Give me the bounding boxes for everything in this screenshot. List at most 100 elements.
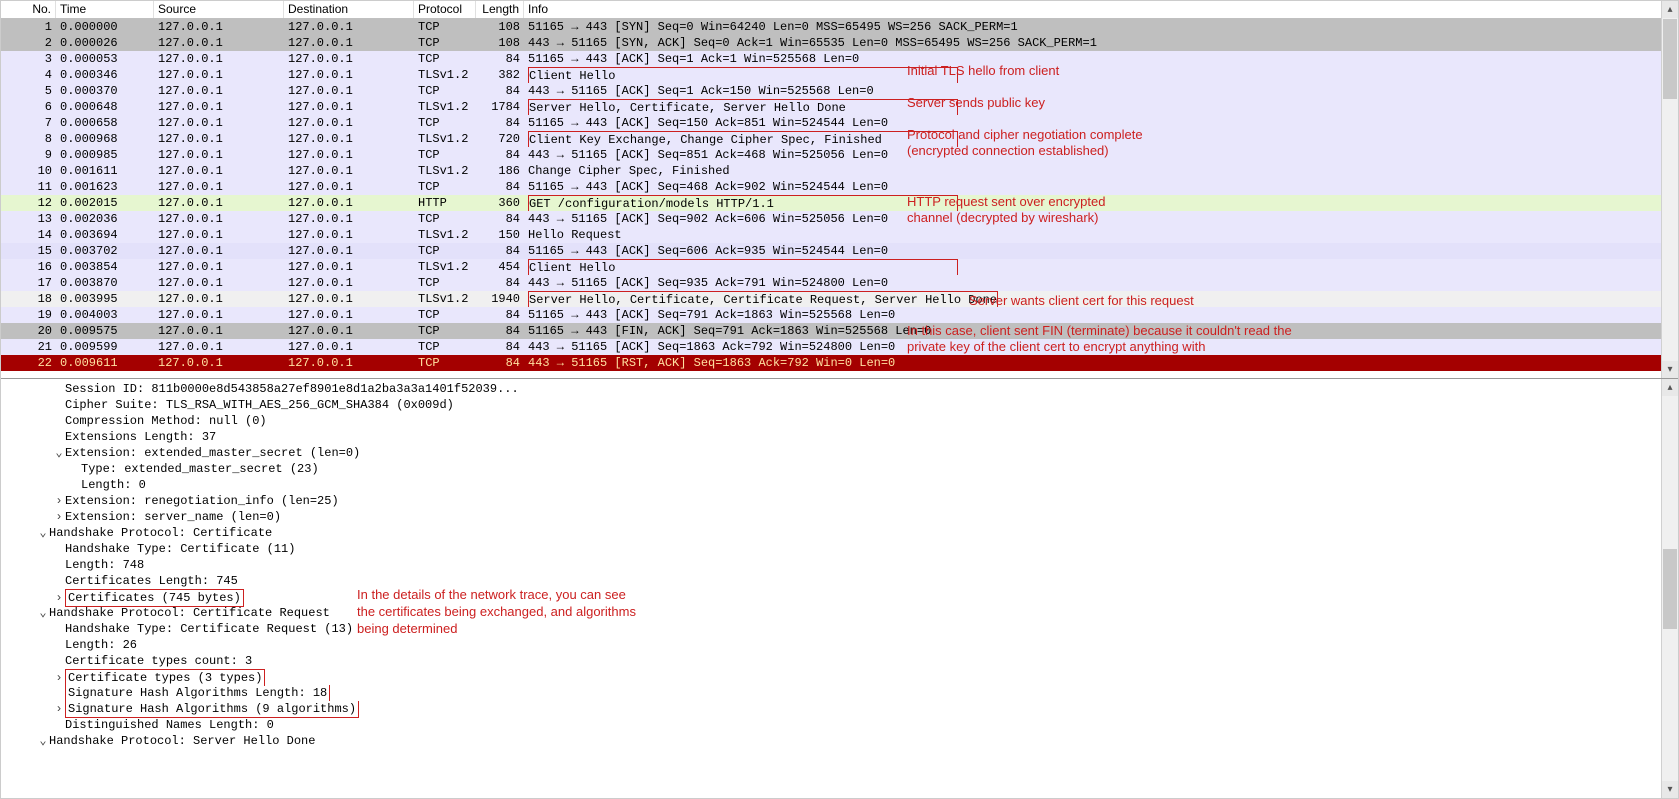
col-header-len[interactable]: Length — [476, 1, 524, 18]
tree-line[interactable]: ›Extension: renegotiation_info (len=25) — [1, 493, 1678, 509]
tree-line[interactable]: ›Extension: server_name (len=0) — [1, 509, 1678, 525]
tree-line[interactable]: Handshake Type: Certificate (11) — [1, 541, 1678, 557]
cell-no: 21 — [1, 339, 56, 355]
col-header-proto[interactable]: Protocol — [414, 1, 476, 18]
cell-src: 127.0.0.1 — [154, 291, 284, 307]
scroll-up-button[interactable]: ▴ — [1662, 379, 1678, 396]
cell-no: 9 — [1, 147, 56, 163]
col-header-time[interactable]: Time — [56, 1, 154, 18]
tree-line[interactable]: Compression Method: null (0) — [1, 413, 1678, 429]
packet-row[interactable]: 170.003870127.0.0.1127.0.0.1TCP84443 → 5… — [1, 275, 1678, 291]
tree-text: Extension: extended_master_secret (len=0… — [65, 446, 360, 460]
packet-details-tree[interactable]: Session ID: 811b0000e8d543858a27ef8901e8… — [1, 379, 1678, 749]
cell-info: 443 → 51165 [ACK] Seq=902 Ack=606 Win=52… — [524, 211, 1678, 227]
tree-line[interactable]: ›Certificate types (3 types) — [1, 669, 1678, 685]
cell-info: Server Hello, Certificate, Server Hello … — [524, 99, 1678, 115]
packet-row[interactable]: 10.000000127.0.0.1127.0.0.1TCP10851165 →… — [1, 19, 1678, 35]
expand-toggle-icon[interactable]: › — [53, 493, 65, 509]
expand-toggle-icon[interactable]: ⌄ — [53, 445, 65, 461]
highlighted-info: Client Hello — [528, 259, 958, 275]
scroll-thumb[interactable] — [1663, 549, 1677, 629]
annotation-text: Protocol and cipher negotiation complete — [907, 127, 1143, 142]
cell-time: 0.009575 — [56, 323, 154, 339]
packet-row[interactable]: 50.000370127.0.0.1127.0.0.1TCP84443 → 51… — [1, 83, 1678, 99]
cell-src: 127.0.0.1 — [154, 147, 284, 163]
tree-line[interactable]: Distinguished Names Length: 0 — [1, 717, 1678, 733]
cell-dst: 127.0.0.1 — [284, 99, 414, 115]
tree-text: Certificate types count: 3 — [65, 654, 252, 668]
expand-toggle-icon[interactable]: › — [53, 590, 65, 606]
expand-toggle-icon[interactable]: › — [53, 509, 65, 525]
packet-list-body[interactable]: 10.000000127.0.0.1127.0.0.1TCP10851165 →… — [1, 19, 1678, 371]
cell-len: 108 — [476, 19, 524, 35]
cell-no: 10 — [1, 163, 56, 179]
expand-toggle-icon[interactable]: › — [53, 701, 65, 717]
cell-no: 13 — [1, 211, 56, 227]
tree-line[interactable]: Extensions Length: 37 — [1, 429, 1678, 445]
col-header-dst[interactable]: Destination — [284, 1, 414, 18]
packet-row[interactable]: 130.002036127.0.0.1127.0.0.1TCP84443 → 5… — [1, 211, 1678, 227]
tree-line[interactable]: Type: extended_master_secret (23) — [1, 461, 1678, 477]
tree-line[interactable]: Cipher Suite: TLS_RSA_WITH_AES_256_GCM_S… — [1, 397, 1678, 413]
cell-dst: 127.0.0.1 — [284, 243, 414, 259]
packet-row[interactable]: 20.000026127.0.0.1127.0.0.1TCP108443 → 5… — [1, 35, 1678, 51]
scroll-down-button[interactable]: ▾ — [1662, 781, 1678, 798]
expand-toggle-icon[interactable]: ⌄ — [37, 605, 49, 621]
packet-row[interactable]: 200.009575127.0.0.1127.0.0.1TCP8451165 →… — [1, 323, 1678, 339]
packet-row[interactable]: 120.002015127.0.0.1127.0.0.1HTTP360GET /… — [1, 195, 1678, 211]
details-vscrollbar[interactable]: ▴ ▾ — [1661, 379, 1678, 798]
packet-list-vscrollbar[interactable]: ▴ ▾ — [1661, 1, 1678, 378]
cell-len: 84 — [476, 355, 524, 371]
tree-line[interactable]: ›Signature Hash Algorithms (9 algorithms… — [1, 701, 1678, 717]
packet-row[interactable]: 110.001623127.0.0.1127.0.0.1TCP8451165 →… — [1, 179, 1678, 195]
packet-row[interactable]: 70.000658127.0.0.1127.0.0.1TCP8451165 → … — [1, 115, 1678, 131]
tree-line[interactable]: Length: 748 — [1, 557, 1678, 573]
cell-len: 1784 — [476, 99, 524, 115]
tree-line[interactable]: ⌄Handshake Protocol: Certificate — [1, 525, 1678, 541]
packet-row[interactable]: 90.000985127.0.0.1127.0.0.1TCP84443 → 51… — [1, 147, 1678, 163]
packet-row[interactable]: 60.000648127.0.0.1127.0.0.1TLSv1.21784Se… — [1, 99, 1678, 115]
expand-toggle-icon[interactable]: ⌄ — [37, 733, 49, 749]
cell-info: 51165 → 443 [ACK] Seq=468 Ack=902 Win=52… — [524, 179, 1678, 195]
expand-toggle-icon[interactable]: ⌄ — [37, 525, 49, 541]
tree-line[interactable]: Handshake Type: Certificate Request (13) — [1, 621, 1678, 637]
packet-row[interactable]: 100.001611127.0.0.1127.0.0.1TLSv1.2186Ch… — [1, 163, 1678, 179]
packet-row[interactable]: 80.000968127.0.0.1127.0.0.1TLSv1.2720Cli… — [1, 131, 1678, 147]
scroll-thumb[interactable] — [1663, 19, 1677, 99]
cell-no: 1 — [1, 19, 56, 35]
scroll-down-button[interactable]: ▾ — [1662, 361, 1678, 378]
tree-line[interactable]: ⌄Extension: extended_master_secret (len=… — [1, 445, 1678, 461]
packet-row[interactable]: 150.003702127.0.0.1127.0.0.1TCP8451165 →… — [1, 243, 1678, 259]
cell-no: 2 — [1, 35, 56, 51]
packet-row[interactable]: 30.000053127.0.0.1127.0.0.1TCP8451165 → … — [1, 51, 1678, 67]
tree-line[interactable]: Certificates Length: 745 — [1, 573, 1678, 589]
tree-text: Session ID: 811b0000e8d543858a27ef8901e8… — [65, 382, 519, 396]
tree-line[interactable]: ⌄Handshake Protocol: Certificate Request — [1, 605, 1678, 621]
packet-row[interactable]: 180.003995127.0.0.1127.0.0.1TLSv1.21940S… — [1, 291, 1678, 307]
tree-line[interactable]: Certificate types count: 3 — [1, 653, 1678, 669]
cell-no: 14 — [1, 227, 56, 243]
col-header-no[interactable]: No. — [1, 1, 56, 18]
cell-proto: TLSv1.2 — [414, 67, 476, 83]
packet-row[interactable]: 140.003694127.0.0.1127.0.0.1TLSv1.2150He… — [1, 227, 1678, 243]
cell-time: 0.000370 — [56, 83, 154, 99]
tree-text: Handshake Type: Certificate (11) — [65, 542, 295, 556]
packet-row[interactable]: 160.003854127.0.0.1127.0.0.1TLSv1.2454Cl… — [1, 259, 1678, 275]
col-header-src[interactable]: Source — [154, 1, 284, 18]
packet-row[interactable]: 40.000346127.0.0.1127.0.0.1TLSv1.2382Cli… — [1, 67, 1678, 83]
tree-line[interactable]: Signature Hash Algorithms Length: 18 — [1, 685, 1678, 701]
tree-line[interactable]: Session ID: 811b0000e8d543858a27ef8901e8… — [1, 381, 1678, 397]
tree-line[interactable]: ⌄Handshake Protocol: Server Hello Done — [1, 733, 1678, 749]
packet-row[interactable]: 210.009599127.0.0.1127.0.0.1TCP84443 → 5… — [1, 339, 1678, 355]
col-header-info[interactable]: Info — [524, 1, 1678, 18]
tree-line[interactable]: Length: 0 — [1, 477, 1678, 493]
packet-row[interactable]: 220.009611127.0.0.1127.0.0.1TCP84443 → 5… — [1, 355, 1678, 371]
cell-no: 18 — [1, 291, 56, 307]
tree-line[interactable]: ›Certificates (745 bytes) — [1, 589, 1678, 605]
scroll-up-button[interactable]: ▴ — [1662, 1, 1678, 18]
cell-no: 5 — [1, 83, 56, 99]
tree-line[interactable]: Length: 26 — [1, 637, 1678, 653]
cell-time: 0.003870 — [56, 275, 154, 291]
expand-toggle-icon[interactable]: › — [53, 670, 65, 686]
packet-row[interactable]: 190.004003127.0.0.1127.0.0.1TCP8451165 →… — [1, 307, 1678, 323]
